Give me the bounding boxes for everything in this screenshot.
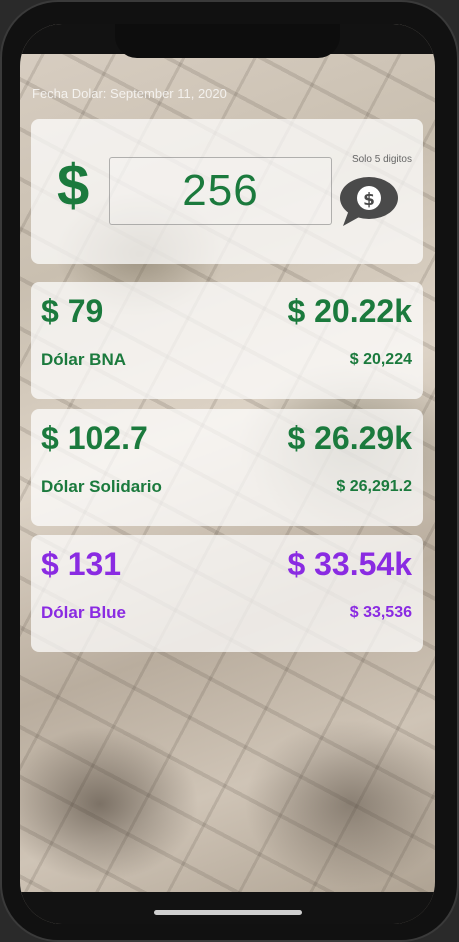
dollar-speech-bubble-icon: $ xyxy=(340,177,398,226)
rate-name: Dólar Solidario xyxy=(41,477,162,496)
device-notch xyxy=(115,24,340,58)
app-screen: Fecha Dolar: September 11, 2020 $ 256 So… xyxy=(20,24,435,924)
rate-card-blue: $ 131 $ 33.54k Dólar Blue $ 33,536 xyxy=(31,535,423,652)
rate-value: $ 102.7 xyxy=(41,420,148,456)
rate-card-bna: $ 79 $ 20.22k Dólar BNA $ 20,224 xyxy=(31,282,423,399)
total-short: $ 20.22k xyxy=(287,293,412,329)
total-full: $ 20,224 xyxy=(349,351,412,368)
convert-button[interactable]: $ xyxy=(337,176,399,228)
total-short: $ 33.54k xyxy=(287,546,412,582)
home-indicator[interactable] xyxy=(154,910,302,915)
total-full: $ 33,536 xyxy=(349,604,412,621)
dollar-date-label: Fecha Dolar: September 11, 2020 xyxy=(32,86,227,101)
dollar-sign-icon: $ xyxy=(57,153,90,218)
total-short: $ 26.29k xyxy=(287,420,412,456)
amount-input[interactable]: 256 xyxy=(109,157,332,225)
rate-name: Dólar Blue xyxy=(41,603,127,622)
total-full: $ 26,291.2 xyxy=(336,478,412,495)
rate-name: Dólar BNA xyxy=(41,350,127,369)
digits-hint: Solo 5 digitos xyxy=(351,154,412,165)
phone-frame: Fecha Dolar: September 11, 2020 $ 256 So… xyxy=(0,0,459,942)
svg-text:$: $ xyxy=(363,190,375,210)
rate-value: $ 131 xyxy=(41,546,122,582)
converter-card: $ 256 Solo 5 digitos $ xyxy=(31,119,423,264)
rate-card-solidario: $ 102.7 $ 26.29k Dólar Solidario $ 26,29… xyxy=(31,409,423,526)
bottom-bar xyxy=(20,892,435,924)
rate-value: $ 79 xyxy=(41,293,104,329)
